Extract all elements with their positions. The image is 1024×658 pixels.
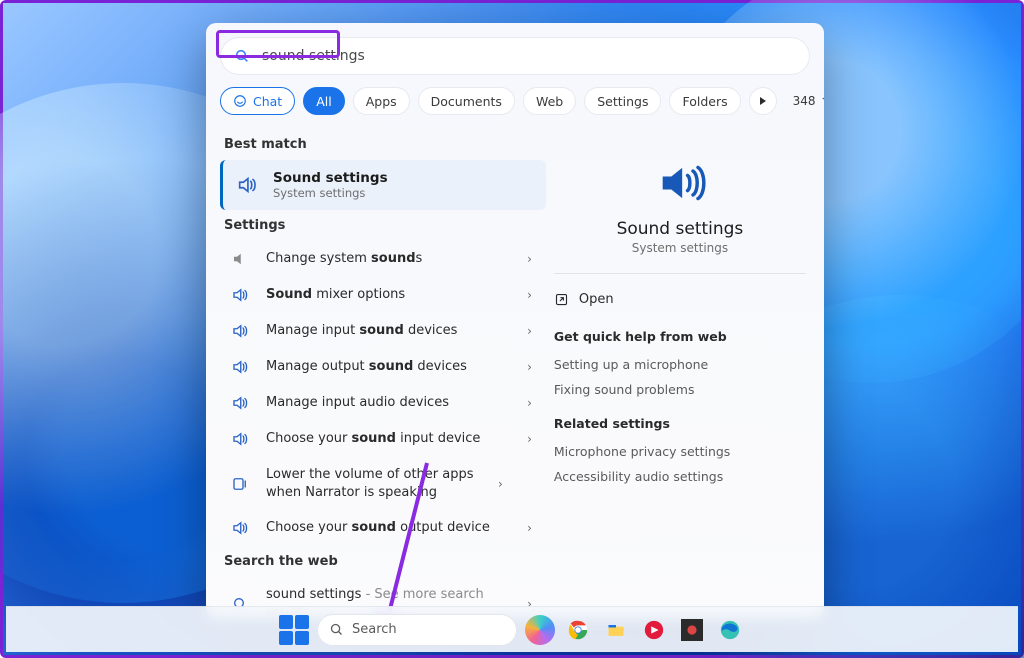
open-action[interactable]: Open (554, 288, 806, 325)
detail-subtitle: System settings (632, 241, 728, 255)
taskbar-app-red-circle[interactable] (639, 615, 669, 645)
best-match-subtitle: System settings (273, 186, 388, 200)
speaker-large-icon (648, 157, 712, 209)
settings-item-label: Manage input sound devices (266, 322, 515, 340)
search-web-heading: Search the web (220, 546, 546, 577)
chevron-right-icon: › (527, 396, 536, 410)
taskbar-app-chrome[interactable] (563, 615, 593, 645)
rewards-points[interactable]: 348 (793, 94, 824, 108)
settings-item[interactable]: Lower the volume of other apps when Narr… (220, 457, 546, 510)
triangle-right-icon (760, 97, 766, 105)
speaker-icon (226, 394, 254, 412)
settings-item-label: Sound mixer options (266, 286, 515, 304)
chevron-right-icon: › (527, 252, 536, 266)
settings-item-label: Choose your sound input device (266, 430, 515, 448)
tab-folders[interactable]: Folders (669, 87, 740, 115)
taskbar-search-placeholder: Search (352, 622, 397, 637)
speaker-icon (226, 430, 254, 448)
taskbar-app-edge[interactable] (715, 615, 745, 645)
chevron-right-icon: › (527, 288, 536, 302)
settings-item[interactable]: Choose your sound input device › (220, 421, 546, 457)
search-input[interactable] (260, 47, 390, 65)
settings-item[interactable]: Sound mixer options › (220, 277, 546, 313)
narrator-icon (226, 475, 254, 493)
settings-heading: Settings (220, 210, 546, 241)
settings-item[interactable]: Change system sounds › (220, 241, 546, 277)
details-pane: Sound settings System settings Open Get … (546, 127, 824, 618)
taskbar-search[interactable]: Search (317, 614, 517, 646)
related-setting-link[interactable]: Accessibility audio settings (554, 464, 806, 489)
start-button[interactable] (279, 615, 309, 645)
taskbar-app-explorer[interactable] (601, 615, 631, 645)
tab-web[interactable]: Web (523, 87, 576, 115)
settings-item-label: Manage output sound devices (266, 358, 515, 376)
chevron-right-icon: › (527, 432, 536, 446)
settings-item-label: Choose your sound output device (266, 519, 515, 537)
search-flyout: Chat All Apps Documents Web Settings Fol… (206, 23, 824, 618)
chevron-right-icon: › (527, 360, 536, 374)
settings-item-label: Change system sounds (266, 250, 515, 268)
speaker-icon (233, 174, 261, 196)
chevron-right-icon: › (527, 324, 536, 338)
best-match-item[interactable]: Sound settings System settings (220, 160, 546, 210)
tab-documents[interactable]: Documents (418, 87, 515, 115)
best-match-title: Sound settings (273, 170, 388, 186)
related-heading: Related settings (554, 416, 806, 431)
filter-tabs: Chat All Apps Documents Web Settings Fol… (206, 85, 824, 127)
tab-chat-label: Chat (253, 94, 282, 109)
taskbar: Search (6, 606, 1018, 652)
speaker-icon (226, 358, 254, 376)
settings-item[interactable]: Manage input audio devices › (220, 385, 546, 421)
search-bar[interactable] (220, 37, 810, 75)
taskbar-app-copilot[interactable] (525, 615, 555, 645)
chevron-right-icon: › (527, 521, 536, 535)
tab-all[interactable]: All (303, 87, 345, 115)
related-setting-link[interactable]: Microphone privacy settings (554, 439, 806, 464)
results-left-pane: Best match Sound settings System setting… (206, 127, 546, 618)
tab-apps[interactable]: Apps (353, 87, 410, 115)
quick-help-link[interactable]: Fixing sound problems (554, 377, 806, 402)
open-label: Open (579, 292, 614, 307)
search-icon (329, 622, 344, 637)
taskbar-app-dark-square[interactable] (677, 615, 707, 645)
quick-help-link[interactable]: Setting up a microphone (554, 352, 806, 377)
detail-title: Sound settings (617, 219, 744, 239)
chevron-right-icon: › (498, 477, 507, 491)
tab-more[interactable] (749, 87, 777, 115)
best-match-heading: Best match (220, 129, 546, 160)
search-icon (234, 48, 250, 64)
speaker-icon (226, 519, 254, 537)
quick-help-heading: Get quick help from web (554, 329, 806, 344)
speaker-icon (226, 322, 254, 340)
settings-item[interactable]: Choose your sound output device › (220, 510, 546, 546)
tab-settings[interactable]: Settings (584, 87, 661, 115)
settings-item[interactable]: Manage input sound devices › (220, 313, 546, 349)
tab-chat[interactable]: Chat (220, 87, 295, 115)
settings-item-label: Lower the volume of other apps when Narr… (266, 466, 486, 501)
settings-item-label: Manage input audio devices (266, 394, 515, 412)
settings-item[interactable]: Manage output sound devices › (220, 349, 546, 385)
open-icon (554, 292, 569, 307)
speaker-muted-icon (226, 250, 254, 268)
speaker-icon (226, 286, 254, 304)
